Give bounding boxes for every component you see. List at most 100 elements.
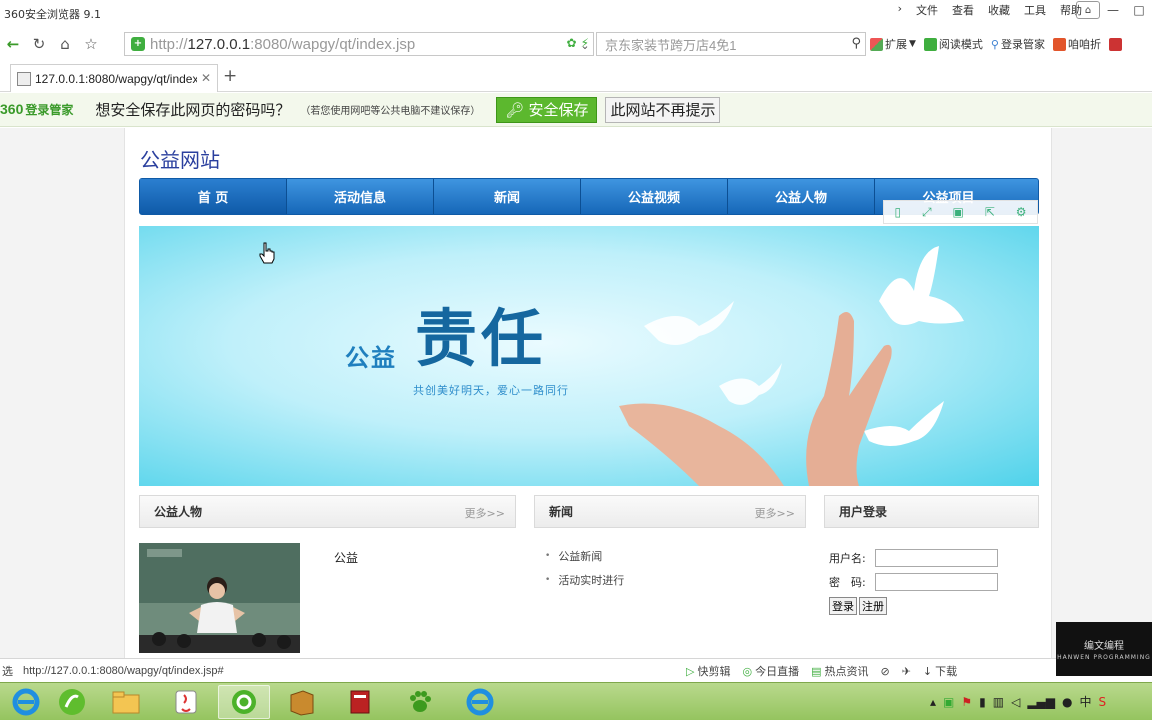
status-tools: ▷ 快剪辑 ◎ 今日直播 ▤ 热点资讯 ⊘ ✈ ↓ 下载 [686, 663, 957, 679]
search-icon[interactable]: ⚲ [851, 36, 861, 51]
address-bar[interactable]: + http://127.0.0.1:8080/wapgy/qt/index.j… [124, 32, 594, 56]
speed-icon[interactable]: ⊘ [880, 665, 889, 678]
refresh-icon[interactable]: ↻ [26, 31, 52, 57]
tray-monitor-icon[interactable]: ▣ [943, 695, 954, 709]
hands-illustration [619, 312, 892, 486]
browser-toolbar-right: 扩展 ▼ 阅读模式 ⚲ 登录管家 咱咱折 [870, 36, 1122, 52]
home-icon[interactable]: ⌂ [52, 31, 78, 57]
never-remind-button[interactable]: 此网站不再提示 [605, 96, 721, 123]
taskbar-notebook-icon[interactable] [334, 685, 386, 719]
safe-save-button[interactable]: 🔑︎ 安全保存 [496, 96, 598, 123]
address-url[interactable]: http://127.0.0.1:8080/wapgy/qt/index.jsp [150, 36, 415, 53]
banner-slogan: 共创美好明天，爱心一路同行 [413, 384, 569, 397]
nav-home[interactable]: 首 页 [140, 179, 287, 214]
back-arrow-icon[interactable]: ← [0, 31, 26, 57]
taskbar-explorer-icon[interactable] [100, 685, 152, 719]
person-photo[interactable] [139, 543, 300, 653]
tray-ime-label[interactable]: 中 [1080, 693, 1092, 710]
login-panel-header: 用户登录 [824, 495, 1039, 528]
tray-qq-icon[interactable]: ● [1062, 695, 1072, 709]
image-share-icon[interactable]: ⇱ [985, 205, 995, 219]
new-tab-icon[interactable]: + [223, 66, 237, 86]
bullet-icon: • [545, 551, 551, 561]
live-today-button[interactable]: ◎ 今日直播 [742, 663, 799, 679]
address-dropdown-icon[interactable]: ⌄ [572, 32, 598, 58]
window-controls: ⌂ — □ [1076, 0, 1152, 20]
tray-ime-icon[interactable]: S [1099, 695, 1107, 709]
skin-icon[interactable]: ⌂ [1076, 1, 1100, 19]
status-left-text: 选 [2, 664, 13, 678]
menu-bar: › 文件 查看 收藏 工具 帮助 [898, 2, 1082, 18]
login-manager-icon: ⚲ [990, 37, 999, 51]
pin-icon[interactable]: ✈ [902, 665, 911, 678]
bookmark-star-icon[interactable]: ☆ [78, 31, 104, 57]
key-icon: 🔑︎ [505, 100, 525, 119]
tray-battery-icon[interactable]: ▮ [979, 695, 986, 709]
news-icon: ▤ [811, 664, 822, 678]
image-save-icon[interactable]: ▯ [894, 205, 901, 219]
system-tray: ▴ ▣ ⚑ ▮ ▥ ◁ ▂▄▆ ● 中 S [930, 693, 1106, 710]
extensions-button[interactable]: 扩展 ▼ [870, 36, 916, 52]
login-form: 用户名: 密 码: 登录 注册 [829, 546, 998, 615]
search-box[interactable]: 京东家装节跨万店4免1 ⚲ [596, 32, 866, 56]
news-more-link[interactable]: 更多>> [755, 505, 795, 521]
person-photo-image [139, 543, 300, 653]
register-button[interactable]: 注册 [859, 597, 887, 615]
maximize-button[interactable]: □ [1126, 0, 1152, 20]
nav-charity-people[interactable]: 公益人物 [728, 179, 875, 214]
username-label: 用户名: [829, 552, 866, 565]
login-button[interactable]: 登录 [829, 597, 857, 615]
people-more-link[interactable]: 更多>> [465, 505, 505, 521]
discount-icon [1052, 37, 1066, 51]
tray-network-icon[interactable]: ▥ [993, 695, 1004, 709]
taskbar-paw-icon[interactable] [394, 685, 446, 719]
password-label: 密 码: [829, 576, 866, 589]
menu-favorites[interactable]: 收藏 [988, 2, 1010, 18]
site-title: 公益网站 [140, 148, 220, 172]
nav-activity-info[interactable]: 活动信息 [287, 179, 434, 214]
image-expand-icon[interactable]: ⤢ [922, 205, 932, 220]
login-manager-button[interactable]: ⚲ 登录管家 [991, 36, 1045, 52]
taskbar-360-icon[interactable] [46, 685, 98, 719]
taskbar-ie2-icon[interactable] [454, 685, 506, 719]
taskbar-book-icon[interactable] [276, 685, 328, 719]
news-item[interactable]: • 活动实时进行 [545, 568, 624, 592]
live-icon: ◎ [742, 664, 753, 678]
menu-tools[interactable]: 工具 [1024, 2, 1046, 18]
people-panel-header: 公益人物 更多>> [139, 495, 516, 528]
save-password-hint: （若您使用网吧等公共电脑不建议保存） [300, 106, 481, 117]
tray-signal-icon[interactable]: ▂▄▆ [1027, 695, 1055, 709]
taskbar-java-icon[interactable] [160, 685, 212, 719]
quick-clip-button[interactable]: ▷ 快剪辑 [686, 663, 730, 679]
menu-view[interactable]: 查看 [952, 2, 974, 18]
taskbar-360browser-icon[interactable] [218, 685, 270, 719]
image-settings-gear-icon[interactable]: ⚙ [1016, 205, 1027, 219]
taskbar-ie-icon[interactable] [0, 685, 52, 719]
zanzan-discount-button[interactable]: 咱咱折 [1052, 36, 1101, 52]
page-viewport: 公益网站 首 页 活动信息 新闻 公益视频 公益人物 公益项目 公益 责任 共创… [0, 128, 1152, 658]
bullet-icon: • [545, 575, 551, 585]
user-avatar-icon[interactable] [1108, 37, 1122, 51]
tray-expand-icon[interactable]: ▴ [930, 695, 936, 709]
person-name[interactable]: 公益 [334, 549, 358, 566]
news-item[interactable]: • 公益新闻 [545, 544, 624, 568]
image-copy-icon[interactable]: ▣ [953, 205, 964, 219]
hero-banner: 公益 责任 共创美好明天，爱心一路同行 [139, 226, 1039, 486]
tab-index[interactable]: 127.0.0.1:8080/wapgy/qt/index.jsp ✕ [10, 64, 218, 92]
close-tab-icon[interactable]: ✕ [201, 71, 211, 85]
username-input[interactable] [875, 549, 998, 567]
tab-title: 127.0.0.1:8080/wapgy/qt/index.jsp [35, 71, 197, 86]
tray-flag-icon[interactable]: ⚑ [961, 695, 972, 709]
menu-expand-icon[interactable]: › [898, 2, 902, 18]
reading-mode-button[interactable]: 阅读模式 [923, 36, 983, 52]
minimize-button[interactable]: — [1100, 0, 1126, 20]
hot-news-button[interactable]: ▤ 热点资讯 [811, 663, 868, 679]
password-input[interactable] [875, 573, 998, 591]
menu-file[interactable]: 文件 [916, 2, 938, 18]
tray-volume-icon[interactable]: ◁ [1011, 695, 1020, 709]
nav-charity-video[interactable]: 公益视频 [581, 179, 728, 214]
download-button[interactable]: ↓ 下载 [923, 663, 957, 679]
nav-news[interactable]: 新闻 [434, 179, 581, 214]
watermark-logo: 编文编程 HANWEN PROGRAMMING [1056, 622, 1152, 676]
app-title: 360安全浏览器 9.1 [4, 8, 101, 21]
